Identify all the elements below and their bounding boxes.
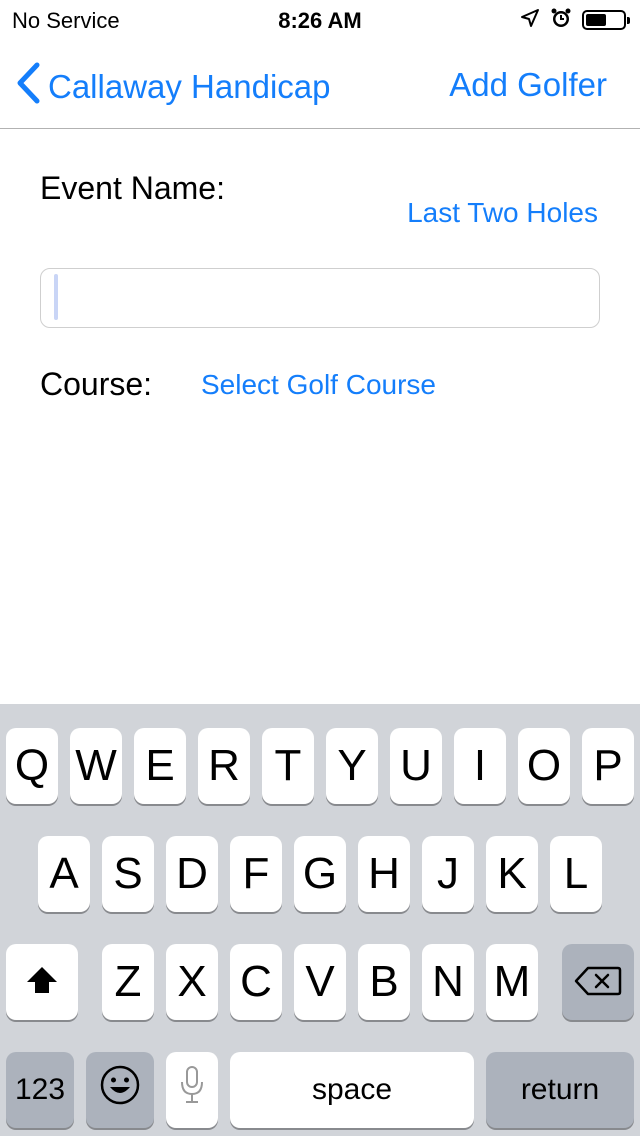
key-t[interactable]: T [262,728,314,804]
text-cursor [54,274,58,320]
select-course-button[interactable]: Select Golf Course [201,369,436,401]
back-button-label: Callaway Handicap [48,68,331,105]
key-d[interactable]: D [166,836,218,912]
key-b[interactable]: B [358,944,410,1020]
key-c[interactable]: C [230,944,282,1020]
key-o[interactable]: O [518,728,570,804]
chevron-left-icon [16,62,48,112]
space-key[interactable]: space [230,1052,474,1128]
key-a[interactable]: A [38,836,90,912]
alarm-icon [550,7,572,34]
key-i[interactable]: I [454,728,506,804]
battery-icon [582,10,630,30]
course-label: Course: [40,366,153,402]
key-n[interactable]: N [422,944,474,1020]
key-z[interactable]: Z [102,944,154,1020]
event-name-label: Event Name: [40,170,225,206]
key-p[interactable]: P [582,728,634,804]
delete-key[interactable] [562,944,634,1020]
shift-icon [25,957,59,1007]
key-x[interactable]: X [166,944,218,1020]
back-button[interactable]: Callaway Handicap [16,62,330,112]
key-e[interactable]: E [134,728,186,804]
emoji-key[interactable] [86,1052,154,1128]
key-k[interactable]: K [486,836,538,912]
key-m[interactable]: M [486,944,538,1020]
key-s[interactable]: S [102,836,154,912]
key-j[interactable]: J [422,836,474,912]
navigation-bar: Callaway Handicap Add Golfer [0,40,640,129]
dictation-key[interactable] [166,1052,218,1128]
keyboard: Q W E R T Y U I O P A S D F G H J K L Z … [0,704,640,1136]
add-golfer-button[interactable]: Add Golfer [449,66,607,104]
emoji-icon [99,1064,141,1117]
status-icons [520,7,630,34]
microphone-icon [179,1065,205,1116]
key-w[interactable]: W [70,728,122,804]
key-l[interactable]: L [550,836,602,912]
key-u[interactable]: U [390,728,442,804]
key-g[interactable]: G [294,836,346,912]
key-f[interactable]: F [230,836,282,912]
key-v[interactable]: V [294,944,346,1020]
key-y[interactable]: Y [326,728,378,804]
shift-key[interactable] [6,944,78,1020]
event-name-input[interactable] [40,268,600,328]
battery-fill [586,14,606,26]
location-arrow-icon [520,8,540,33]
key-q[interactable]: Q [6,728,58,804]
key-h[interactable]: H [358,836,410,912]
backspace-icon [574,957,622,1007]
key-r[interactable]: R [198,728,250,804]
status-bar: No Service 8:26 AM [0,0,640,40]
return-key[interactable]: return [486,1052,634,1128]
last-two-holes-button[interactable]: Last Two Holes [407,197,598,229]
numbers-key[interactable]: 123 [6,1052,74,1128]
